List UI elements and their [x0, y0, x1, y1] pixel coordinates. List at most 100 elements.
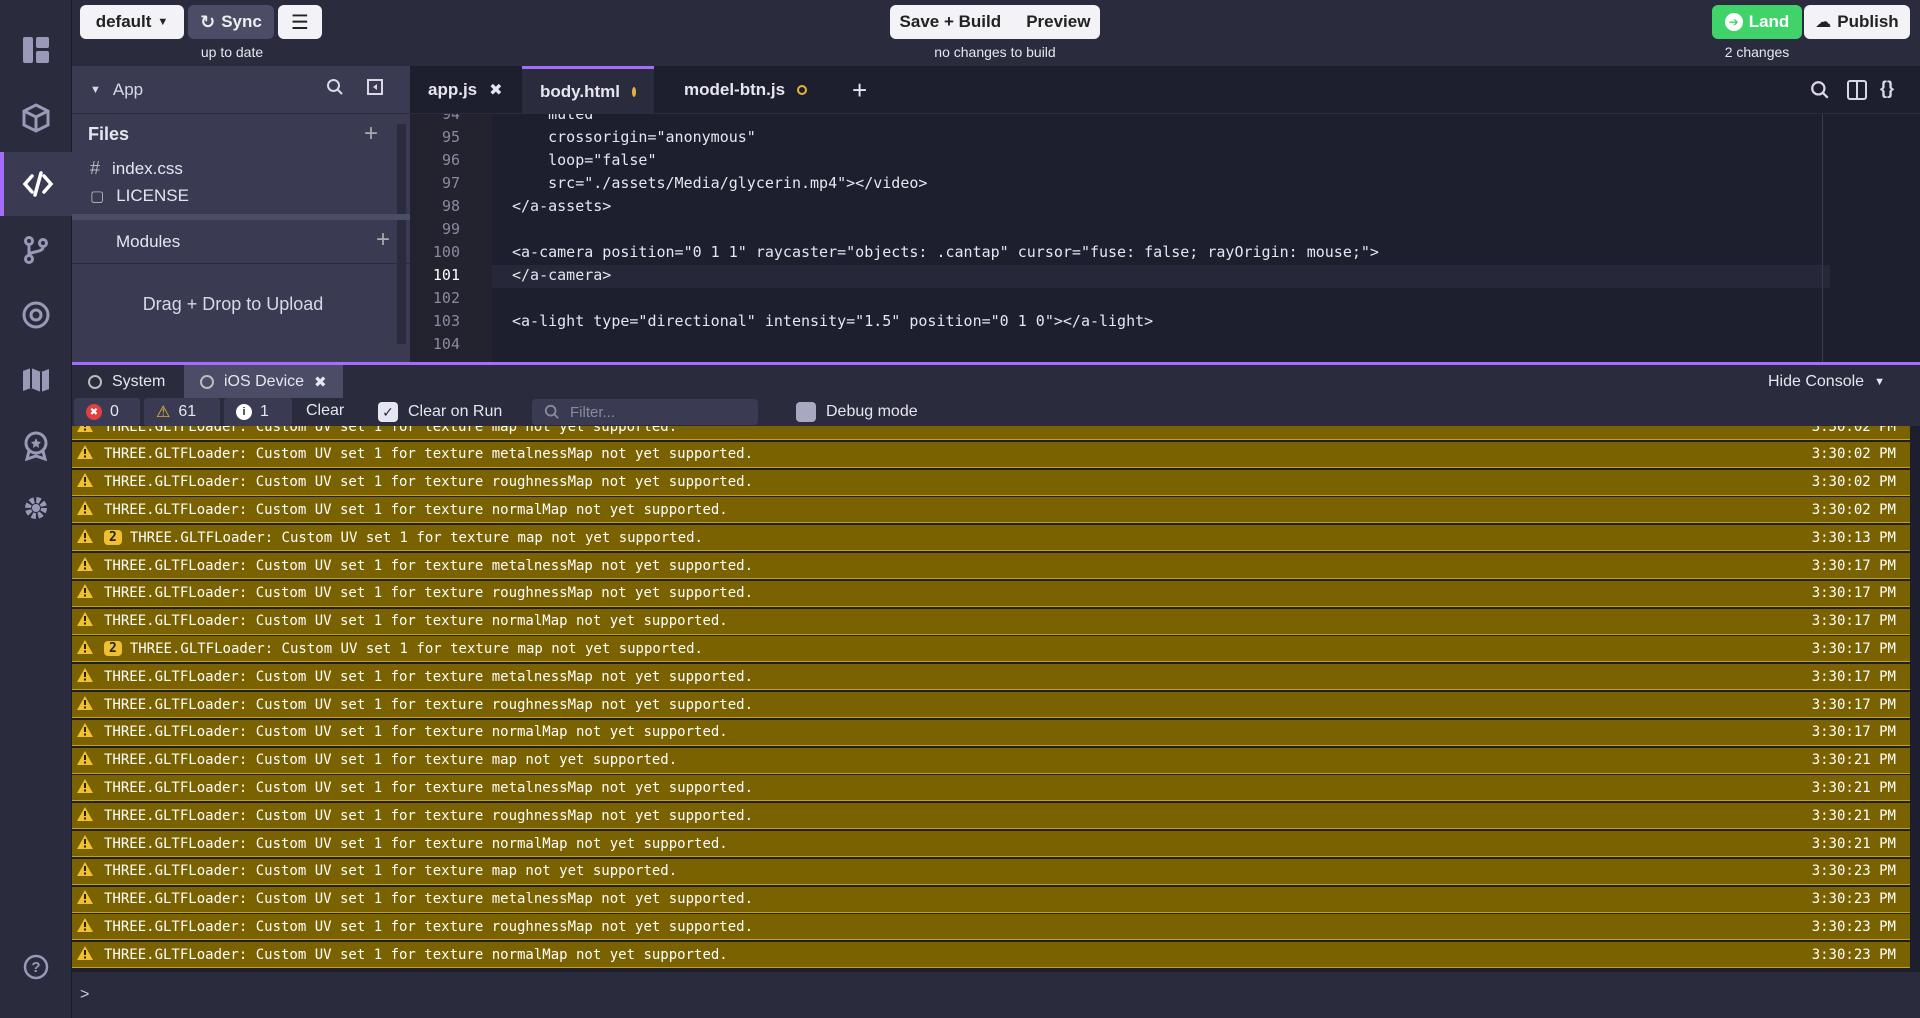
log-timestamp: 3:30:17 PM: [1811, 696, 1896, 713]
cube-icon[interactable]: [0, 86, 72, 150]
new-tab-button[interactable]: +: [834, 66, 885, 114]
log-row[interactable]: THREE.GLTFLoader: Custom UV set 1 for te…: [72, 497, 1910, 524]
log-timestamp: 3:30:13 PM: [1811, 529, 1896, 546]
log-row[interactable]: THREE.GLTFLoader: Custom UV set 1 for te…: [72, 942, 1910, 969]
log-row[interactable]: THREE.GLTFLoader: Custom UV set 1 for te…: [72, 858, 1910, 885]
unsaved-dot-icon: [631, 86, 636, 97]
code-editor[interactable]: 94 95 96 97 98 99 100 101 102 103 104 muted crosso…: [410, 114, 1920, 362]
clear-on-run-checkbox[interactable]: ✓ Clear on Run: [378, 402, 502, 422]
close-icon[interactable]: ✖: [489, 80, 502, 100]
log-message: THREE.GLTFLoader: Custom UV set 1 for te…: [104, 779, 754, 796]
log-message: THREE.GLTFLoader: Custom UV set 1 for te…: [104, 696, 754, 713]
branch-dropdown[interactable]: default ▼: [80, 5, 184, 39]
log-row[interactable]: THREE.GLTFLoader: Custom UV set 1 for te…: [72, 441, 1910, 468]
log-row[interactable]: 2 THREE.GLTFLoader: Custom UV set 1 for t…: [72, 636, 1910, 663]
save-build-button[interactable]: Save + Build: [900, 12, 1002, 32]
current-line-highlight: [492, 265, 1830, 288]
land-button[interactable]: ➔ Land: [1712, 5, 1802, 39]
hamburger-icon: ☰: [291, 11, 309, 34]
log-message: THREE.GLTFLoader: Custom UV set 1 for te…: [104, 426, 678, 435]
code-line: crossorigin="anonymous": [512, 128, 756, 146]
line-number: 95: [441, 128, 460, 146]
help-icon[interactable]: ?: [0, 935, 72, 999]
log-row[interactable]: THREE.GLTFLoader: Custom UV set 1 for te…: [72, 775, 1910, 802]
console-toolbar: ✖ 0 ⚠ 61 i 1 Clear ✓ Clear on Run Filter…: [72, 398, 1920, 426]
clear-button[interactable]: Clear: [306, 402, 344, 420]
log-timestamp: 3:30:17 PM: [1811, 613, 1896, 630]
tab-label: model-btn.js: [684, 80, 786, 99]
format-braces-icon[interactable]: {}: [1880, 78, 1894, 99]
warning-icon: [72, 611, 104, 631]
branch-icon[interactable]: [0, 218, 72, 282]
changes-count: 2 changes: [1724, 44, 1790, 60]
log-row[interactable]: THREE.GLTFLoader: Custom UV set 1 for te…: [72, 831, 1910, 857]
log-message: THREE.GLTFLoader: Custom UV set 1 for te…: [104, 835, 728, 852]
log-row[interactable]: THREE.GLTFLoader: Custom UV set 1 for te…: [72, 719, 1910, 746]
code-line: src="./assets/Media/glycerin.mp4"></vide…: [512, 174, 928, 192]
map-icon[interactable]: [0, 348, 72, 412]
log-row[interactable]: THREE.GLTFLoader: Custom UV set 1 for te…: [72, 747, 1910, 774]
upload-dropzone[interactable]: Drag + Drop to Upload: [72, 294, 394, 315]
tab-system[interactable]: System: [72, 365, 181, 398]
editor-tabs: app.js ✖ body.html model-btn.js + {}: [410, 66, 1920, 114]
code-icon[interactable]: [0, 152, 72, 216]
filter-input[interactable]: Filter...: [532, 399, 758, 425]
hide-console-button[interactable]: Hide Console ▼: [1752, 365, 1901, 398]
build-group: Save + Build Preview: [890, 5, 1100, 39]
preview-button[interactable]: Preview: [1026, 12, 1090, 32]
project-header[interactable]: ▼ App: [72, 66, 410, 114]
log-row[interactable]: THREE.GLTFLoader: Custom UV set 1 for te…: [72, 608, 1910, 635]
menu-button[interactable]: ☰: [278, 5, 322, 39]
error-count[interactable]: ✖ 0: [74, 398, 140, 426]
tab-model-btn-js[interactable]: model-btn.js: [666, 66, 825, 114]
publish-button[interactable]: ☁ Publish: [1804, 5, 1910, 39]
target-icon[interactable]: [0, 283, 72, 347]
debug-mode-checkbox[interactable]: Debug mode: [796, 402, 918, 422]
log-row[interactable]: THREE.GLTFLoader: Custom UV set 1 for te…: [72, 803, 1910, 830]
log-row[interactable]: THREE.GLTFLoader: Custom UV set 1 for te…: [72, 886, 1910, 913]
log-row[interactable]: THREE.GLTFLoader: Custom UV set 1 for te…: [72, 553, 1910, 579]
file-item[interactable]: # index.css: [90, 158, 183, 179]
file-item[interactable]: ▢ LICENSE: [90, 186, 189, 206]
warning-icon: [72, 556, 104, 576]
filter-placeholder: Filter...: [570, 403, 616, 421]
modules-section[interactable]: Modules: [72, 220, 410, 264]
console-prompt[interactable]: >: [72, 972, 1920, 1018]
tab-label: body.html: [540, 81, 620, 101]
log-row[interactable]: THREE.GLTFLoader: Custom UV set 1 for te…: [72, 580, 1910, 607]
log-row[interactable]: 2 THREE.GLTFLoader: Custom UV set 1 for t…: [72, 525, 1910, 552]
sync-button[interactable]: ↻ Sync: [188, 5, 274, 39]
code-line: </a-camera>: [512, 266, 612, 284]
console-log[interactable]: THREE.GLTFLoader: Custom UV set 1 for te…: [72, 426, 1910, 972]
gear-icon[interactable]: [0, 476, 72, 540]
add-module-icon[interactable]: +: [376, 226, 390, 254]
split-view-icon[interactable]: [1846, 79, 1868, 106]
file-panel: ▼ App Files + # index.css ▢ LICENSE Modu…: [72, 66, 410, 362]
land-label: Land: [1748, 12, 1790, 31]
tab-body-html[interactable]: body.html: [522, 66, 654, 114]
log-row[interactable]: THREE.GLTFLoader: Custom UV set 1 for te…: [72, 914, 1910, 941]
log-row[interactable]: THREE.GLTFLoader: Custom UV set 1 for te…: [72, 692, 1910, 718]
dashboard-icon[interactable]: [0, 18, 72, 82]
log-message: THREE.GLTFLoader: Custom UV set 1 for te…: [104, 724, 728, 741]
log-row[interactable]: THREE.GLTFLoader: Custom UV set 1 for te…: [72, 426, 1910, 440]
log-message: THREE.GLTFLoader: Custom UV set 1 for te…: [104, 891, 754, 908]
info-count[interactable]: i 1: [224, 398, 292, 426]
chevron-down-icon: ▼: [1874, 375, 1885, 388]
log-timestamp: 3:30:21 PM: [1811, 752, 1896, 769]
add-file-icon[interactable]: +: [364, 120, 378, 148]
badge-icon[interactable]: [0, 414, 72, 478]
log-row[interactable]: THREE.GLTFLoader: Custom UV set 1 for te…: [72, 664, 1910, 691]
warning-count[interactable]: ⚠ 61: [144, 398, 220, 426]
count-value: 61: [178, 403, 197, 420]
tab-ios-device[interactable]: iOS Device ✖: [184, 365, 343, 398]
collapse-panel-icon[interactable]: [366, 78, 384, 101]
close-icon[interactable]: ✖: [314, 373, 327, 391]
search-icon[interactable]: [326, 78, 344, 101]
log-message: THREE.GLTFLoader: Custom UV set 1 for te…: [104, 668, 754, 685]
log-message: THREE.GLTFLoader: Custom UV set 1 for te…: [104, 557, 754, 574]
line-number: 103: [432, 312, 460, 330]
tab-app-js[interactable]: app.js ✖: [410, 66, 521, 114]
log-row[interactable]: THREE.GLTFLoader: Custom UV set 1 for te…: [72, 469, 1910, 496]
search-icon[interactable]: [1810, 80, 1830, 105]
